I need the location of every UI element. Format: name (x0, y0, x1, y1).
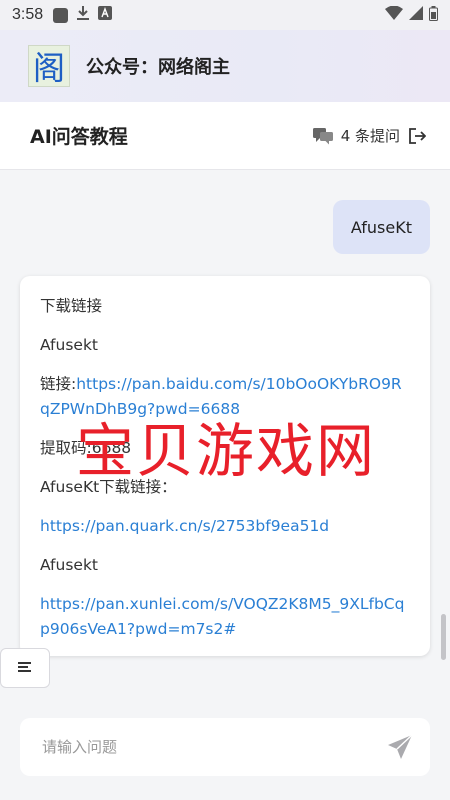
signal-icon (409, 6, 423, 24)
status-bar: 3:58 (0, 0, 450, 30)
download-icon (76, 5, 90, 25)
page-title: AI问答教程 (30, 126, 128, 148)
answer-name-1: Afusekt (40, 336, 98, 354)
link-prefix: 链接: (40, 375, 77, 393)
send-icon[interactable] (386, 733, 414, 761)
question-input-container (20, 718, 430, 776)
app-square-icon (53, 7, 69, 23)
menu-lines-icon (17, 659, 33, 678)
status-time: 3:58 (12, 6, 44, 23)
watermark-text: 宝贝游戏网 (76, 417, 377, 485)
scrollbar-thumb[interactable] (441, 614, 446, 660)
battery-icon (429, 5, 438, 25)
answer-name-2: Afusekt (40, 556, 98, 574)
logo: 阁 (28, 45, 70, 87)
menu-button[interactable] (0, 648, 50, 688)
xunlei-link[interactable]: https://pan.xunlei.com/s/VOQZ2K8M5_9XLfb… (40, 592, 410, 642)
question-input[interactable] (42, 738, 386, 756)
wifi-icon (385, 5, 403, 24)
page-header: AI问答教程 4 条提问 (0, 102, 450, 170)
answer-heading: 下载链接 (40, 297, 103, 315)
banner-title: 公众号：网络阁主 (86, 57, 230, 78)
chat-bubbles-icon (312, 127, 333, 145)
account-banner: 阁 公众号：网络阁主 (0, 30, 450, 102)
question-count[interactable]: 4 条提问 (341, 125, 400, 146)
user-message-bubble: AfuseKt (332, 200, 430, 254)
quark-link[interactable]: https://pan.quark.cn/s/2753bf9ea51d (40, 514, 410, 539)
app-a-icon (98, 6, 113, 24)
bottom-spacer (0, 790, 450, 800)
logout-icon[interactable] (408, 127, 426, 145)
